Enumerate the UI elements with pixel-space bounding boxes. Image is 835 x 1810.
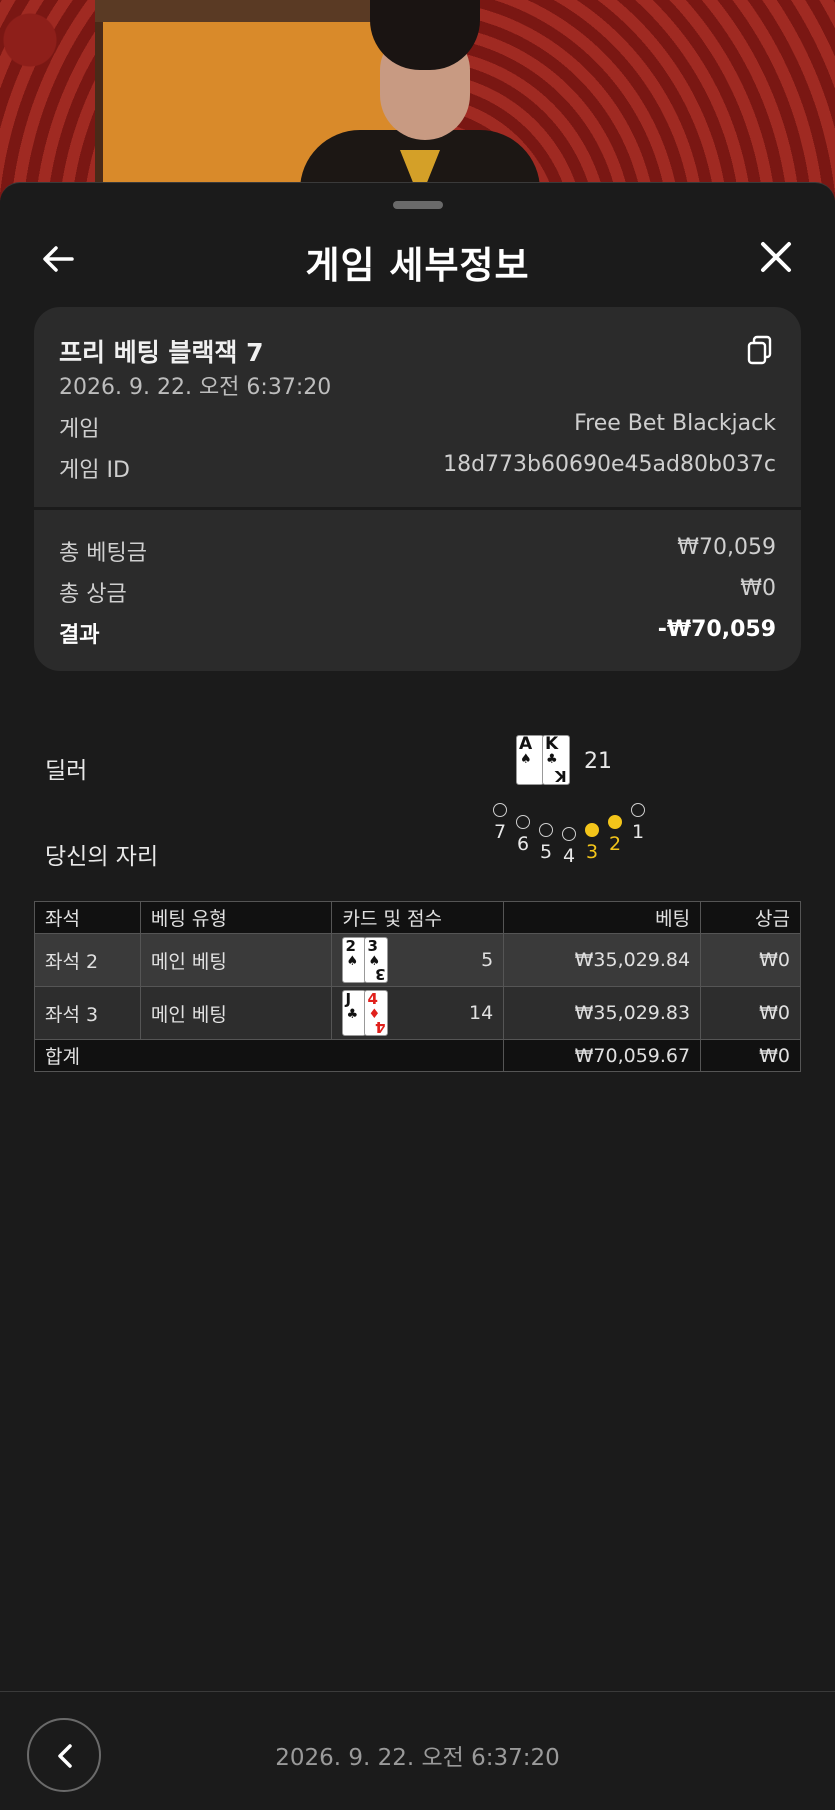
seat-1: 1 bbox=[626, 803, 650, 843]
game-details-sheet: 게임 세부정보 프리 베팅 블랙잭 7 2026. 9. 22. 오전 6:37… bbox=[0, 182, 835, 1810]
dealer-label: 딜러 bbox=[45, 758, 88, 784]
card: 4 ♦ 4 bbox=[364, 990, 389, 1036]
sheet-grabber[interactable] bbox=[393, 201, 443, 209]
result-value: -₩70,059 bbox=[657, 617, 776, 642]
seat-4: 4 bbox=[557, 827, 581, 867]
bets-table: 좌석 베팅 유형 카드 및 점수 베팅 상금 좌석 2 메인 베팅 2 ♠ 3 … bbox=[33, 901, 801, 1072]
copy-icon[interactable] bbox=[746, 335, 774, 367]
col-seat: 좌석 bbox=[34, 901, 141, 934]
bet-type-cell: 메인 베팅 bbox=[139, 933, 333, 987]
game-datetime: 2026. 9. 22. 오전 6:37:20 bbox=[59, 375, 332, 400]
game-id-label: 게임 ID bbox=[59, 458, 130, 483]
close-icon[interactable] bbox=[756, 237, 796, 277]
bet-type-cell: 메인 베팅 bbox=[139, 986, 333, 1040]
game-id-value[interactable]: 18d773b60690e45ad80b037c bbox=[443, 452, 776, 477]
cards-cell: 2 ♠ 3 ♠ 3 5 bbox=[331, 933, 505, 987]
win-cell: ₩0 bbox=[700, 933, 801, 987]
seat-cell: 좌석 2 bbox=[34, 933, 141, 987]
seat-map: 7 6 5 4 3 2 1 bbox=[480, 803, 645, 883]
card: 3 ♠ 3 bbox=[364, 937, 389, 983]
win-cell: ₩0 bbox=[700, 986, 801, 1040]
dealer-cards: A ♠ K ♣ K bbox=[516, 735, 570, 785]
footer-datetime: 2026. 9. 22. 오전 6:37:20 bbox=[275, 1745, 560, 1771]
dealer-score: 21 bbox=[584, 749, 612, 774]
total-label: 합계 bbox=[33, 1039, 505, 1072]
your-seat-label: 당신의 자리 bbox=[45, 844, 159, 870]
sheet-footer: 2026. 9. 22. 오전 6:37:20 bbox=[0, 1691, 835, 1810]
table-row: 좌석 2 메인 베팅 2 ♠ 3 ♠ 3 5 ₩35,029.84 ₩0 bbox=[34, 933, 801, 987]
total-bet-value: ₩70,059 bbox=[677, 535, 776, 560]
col-bet: 베팅 bbox=[503, 901, 702, 934]
total-win-value: ₩0 bbox=[740, 576, 776, 601]
total-bet-label: 총 베팅금 bbox=[59, 541, 147, 566]
seat-3: 3 bbox=[580, 823, 604, 863]
dealer-card-2: K ♣ K bbox=[542, 735, 570, 785]
game-label: 게임 bbox=[59, 417, 100, 442]
game-value: Free Bet Blackjack bbox=[574, 411, 776, 436]
game-name: 프리 베팅 블랙잭 7 bbox=[59, 338, 264, 367]
total-win-label: 총 상금 bbox=[59, 582, 127, 607]
card: 2 ♠ bbox=[342, 937, 367, 983]
hand-score: 14 bbox=[469, 1002, 494, 1024]
table-row: 좌석 3 메인 베팅 J ♣ 4 ♦ 4 14 ₩35,029.83 ₩0 bbox=[34, 986, 801, 1040]
col-win: 상금 bbox=[700, 901, 801, 934]
total-bet: ₩70,059.67 bbox=[503, 1039, 702, 1072]
dealer-video bbox=[300, 0, 540, 200]
card-divider bbox=[34, 507, 801, 510]
sheet-header: 게임 세부정보 bbox=[0, 223, 835, 293]
col-bet-type: 베팅 유형 bbox=[139, 901, 333, 934]
summary-card: 프리 베팅 블랙잭 7 2026. 9. 22. 오전 6:37:20 게임 F… bbox=[34, 307, 801, 671]
seat-6: 6 bbox=[511, 815, 535, 855]
result-label: 결과 bbox=[59, 623, 100, 648]
seat-cell: 좌석 3 bbox=[34, 986, 141, 1040]
bet-cell: ₩35,029.83 bbox=[503, 986, 702, 1040]
cards-cell: J ♣ 4 ♦ 4 14 bbox=[331, 986, 505, 1040]
seat-2: 2 bbox=[603, 815, 627, 855]
card: J ♣ bbox=[342, 990, 367, 1036]
total-win: ₩0 bbox=[700, 1039, 801, 1072]
live-video-background bbox=[0, 0, 835, 200]
seat-5: 5 bbox=[534, 823, 558, 863]
seat-7: 7 bbox=[488, 803, 512, 843]
table-header-row: 좌석 베팅 유형 카드 및 점수 베팅 상금 bbox=[34, 901, 801, 934]
dealer-card-1: A ♠ bbox=[516, 735, 544, 785]
table-total-row: 합계 ₩70,059.67 ₩0 bbox=[33, 1039, 801, 1072]
hand-score: 5 bbox=[481, 949, 494, 971]
page-title: 게임 세부정보 bbox=[305, 244, 530, 287]
bet-cell: ₩35,029.84 bbox=[503, 933, 702, 987]
col-cards-score: 카드 및 점수 bbox=[331, 901, 505, 934]
